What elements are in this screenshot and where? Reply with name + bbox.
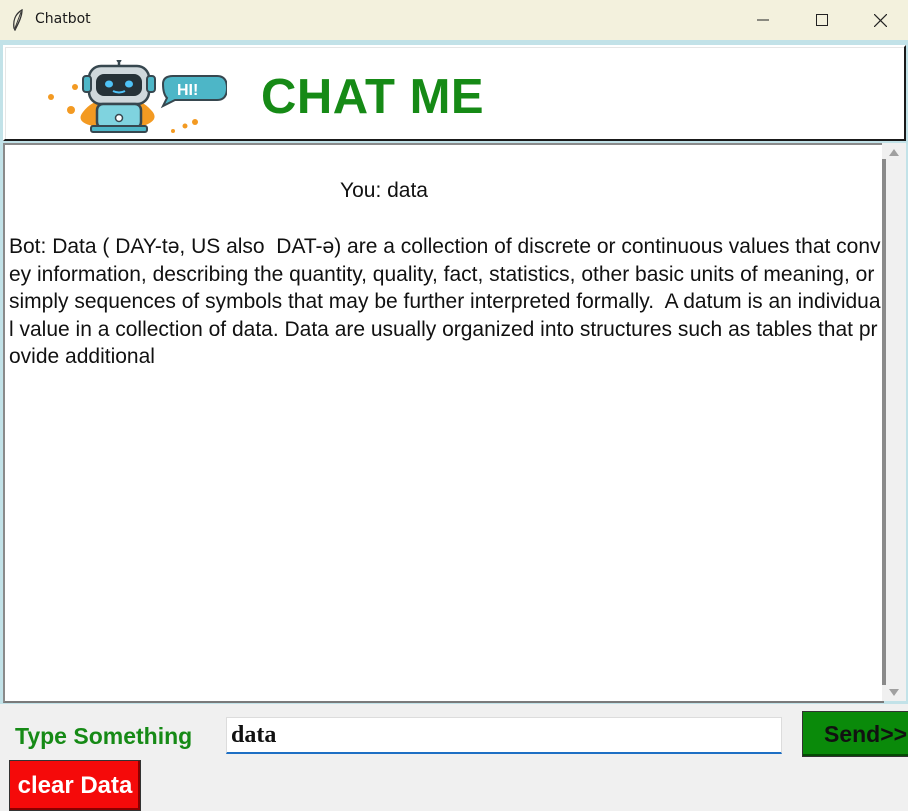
maximize-button[interactable] bbox=[793, 0, 851, 40]
chat-scrollbar[interactable] bbox=[882, 143, 906, 701]
chat-display[interactable]: You: data Bot: Data ( DAY-tə, US also DA… bbox=[3, 143, 884, 703]
scroll-down-arrow-icon[interactable] bbox=[886, 685, 902, 699]
scroll-up-arrow-icon[interactable] bbox=[886, 145, 902, 159]
bot-message: Bot: Data ( DAY-tə, US also DAT-ə) are a… bbox=[9, 235, 881, 368]
window-title: Chatbot bbox=[35, 11, 91, 27]
message-input[interactable] bbox=[226, 717, 782, 754]
maximize-icon bbox=[816, 14, 828, 26]
input-label: Type Something bbox=[15, 723, 193, 749]
feather-icon bbox=[13, 9, 23, 31]
close-icon bbox=[873, 13, 887, 27]
user-message: You: data bbox=[340, 179, 428, 202]
close-button[interactable] bbox=[851, 0, 908, 40]
minimize-icon bbox=[757, 19, 769, 21]
robot-logo-icon: HI! bbox=[48, 60, 227, 133]
logo-bubble-text: HI! bbox=[177, 82, 198, 99]
app-title: CHAT ME bbox=[261, 70, 485, 124]
minimize-button[interactable] bbox=[734, 0, 792, 40]
send-button[interactable]: Send>> bbox=[802, 711, 908, 757]
title-bar: Chatbot bbox=[0, 0, 908, 40]
clear-data-button[interactable]: clear Data bbox=[9, 760, 141, 811]
app-body: HI! CHAT ME You: data Bot: Data ( DAY-tə… bbox=[0, 40, 908, 811]
header-panel: HI! CHAT ME bbox=[3, 45, 906, 141]
scrollbar-track-edge bbox=[882, 159, 886, 685]
